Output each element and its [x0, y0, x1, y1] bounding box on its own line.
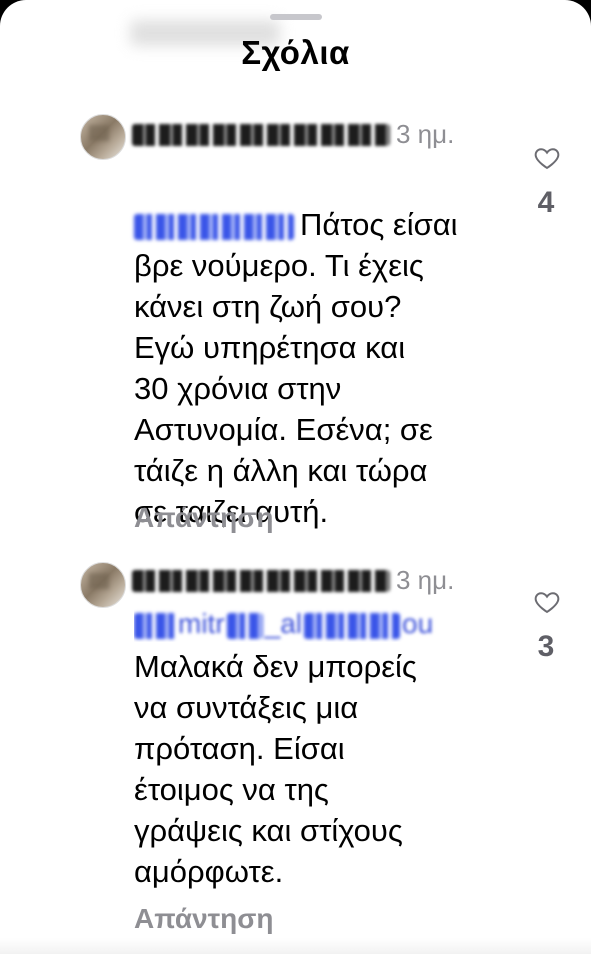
comment-text: Πάτος είσαι βρε νούμερο. Τι έχεις κάνει …	[134, 163, 504, 532]
comment-timestamp: 3 ημ.	[396, 565, 455, 595]
comment-timestamp: 3 ημ.	[396, 119, 455, 149]
heart-outline-icon[interactable]	[533, 144, 561, 172]
mention-redacted[interactable]	[134, 213, 294, 240]
comments-sheet: Σχόλια 3 ημ. Πάτος είσαι βρε νούμερο. Τι…	[0, 0, 591, 954]
mention-text-part: ou	[402, 608, 434, 639]
mention-blur-segment	[134, 612, 176, 639]
username-redacted[interactable]	[132, 570, 390, 592]
bottom-edge	[0, 938, 591, 954]
username-redacted[interactable]	[132, 124, 390, 146]
sheet-title: Σχόλια	[241, 34, 350, 71]
avatar[interactable]	[80, 562, 126, 608]
mention-redacted[interactable]: mitr _al ou	[134, 606, 474, 642]
mention-blur-segment	[304, 612, 401, 639]
mention-text-part: mitr	[178, 608, 225, 639]
reply-button[interactable]: Απάντηση	[134, 502, 274, 534]
comment-text-content: Πάτος είσαι βρε νούμερο. Τι έχεις κάνει …	[134, 207, 458, 529]
like-count: 4	[537, 186, 555, 219]
heart-outline-icon[interactable]	[533, 588, 561, 616]
reply-button[interactable]: Απάντηση	[134, 903, 274, 935]
sheet-drag-handle[interactable]	[270, 14, 322, 20]
avatar[interactable]	[80, 114, 126, 160]
comment-text: Μαλακά δεν μπορείς να συντάξεις μια πρότ…	[134, 649, 417, 889]
like-count: 3	[537, 630, 555, 663]
mention-blur-segment	[226, 612, 263, 639]
mention-text-part: _al	[264, 608, 303, 639]
